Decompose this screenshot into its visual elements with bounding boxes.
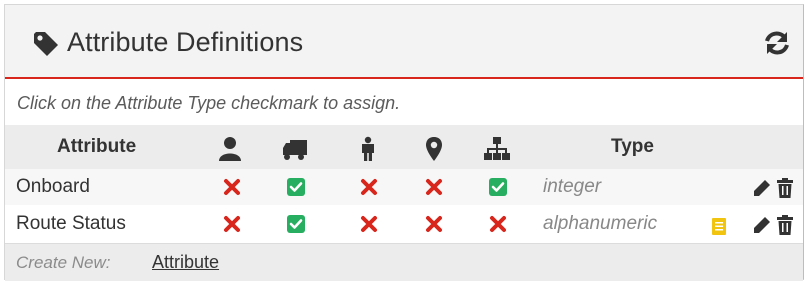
attribute-definitions-panel: Attribute Definitions Click on the Attri… (4, 4, 804, 281)
column-header-type: Type (611, 136, 654, 157)
trash-icon[interactable] (776, 178, 794, 198)
assigned-checkbox-icon[interactable] (287, 215, 305, 233)
pencil-icon[interactable] (752, 178, 772, 198)
sitemap-icon (484, 137, 510, 160)
attribute-name: Onboard (16, 176, 90, 197)
unassigned-x-icon[interactable] (489, 215, 507, 233)
tag-icon (34, 32, 58, 56)
unassigned-x-icon[interactable] (425, 215, 443, 233)
unassigned-x-icon[interactable] (425, 178, 443, 196)
pencil-icon[interactable] (752, 215, 772, 235)
person-icon (362, 136, 374, 161)
unassigned-x-icon[interactable] (360, 215, 378, 233)
attribute-name: Route Status (16, 213, 126, 234)
assign-hint: Click on the Attribute Type checkmark to… (17, 93, 401, 113)
unassigned-x-icon[interactable] (223, 215, 241, 233)
create-new-label: Create New: (16, 253, 111, 272)
note-icon[interactable] (712, 218, 726, 235)
trash-icon[interactable] (776, 215, 794, 235)
table-header: Attribute Type (5, 125, 803, 171)
map-marker-icon (426, 137, 442, 161)
user-icon (219, 137, 241, 161)
table-row: Onboard integer (5, 169, 803, 205)
truck-icon (283, 140, 307, 160)
create-attribute-link[interactable]: Attribute (152, 252, 219, 273)
refresh-icon[interactable] (763, 29, 791, 57)
table-row: Route Status alphanumeric (5, 206, 803, 242)
panel-title: Attribute Definitions (67, 27, 304, 57)
unassigned-x-icon[interactable] (223, 178, 241, 196)
attribute-type: integer (543, 176, 602, 197)
assigned-checkbox-icon[interactable] (489, 178, 507, 196)
column-header-attribute: Attribute (57, 136, 137, 157)
create-new-footer: Create New: Attribute (5, 243, 803, 281)
attribute-type: alphanumeric (543, 213, 658, 234)
assigned-checkbox-icon[interactable] (287, 178, 305, 196)
panel-header: Attribute Definitions (5, 5, 803, 79)
unassigned-x-icon[interactable] (360, 178, 378, 196)
